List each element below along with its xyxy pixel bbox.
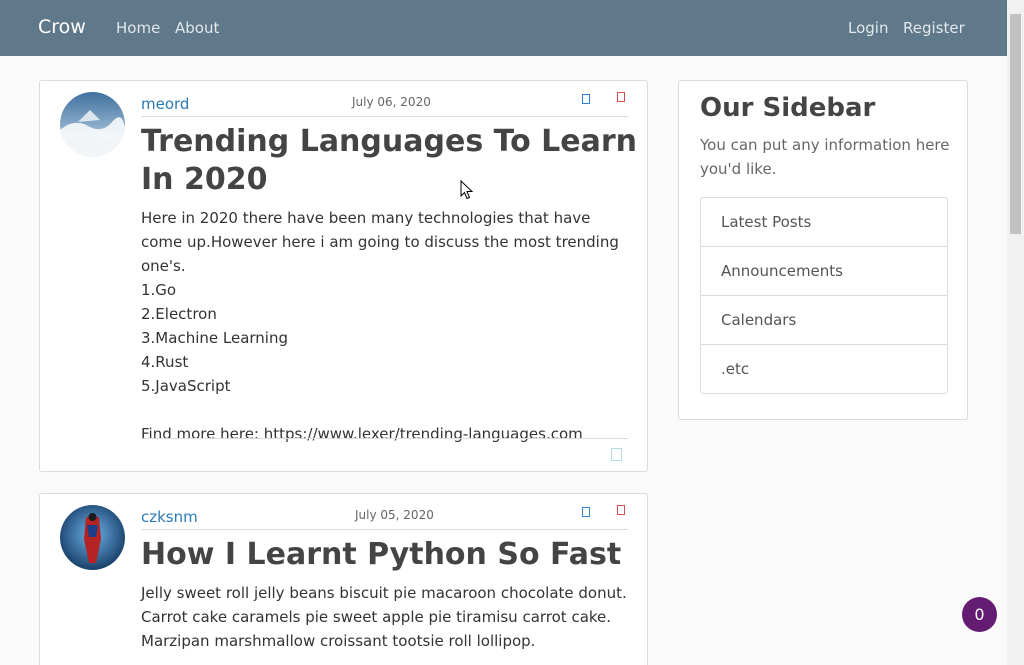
sidebar-item-etc[interactable]: .etc <box>701 345 947 393</box>
nav-link-about[interactable]: About <box>175 19 219 37</box>
comment-icon[interactable] <box>611 448 622 461</box>
divider <box>141 116 628 117</box>
avatar[interactable] <box>60 92 125 157</box>
edit-icon[interactable] <box>582 507 590 517</box>
sidebar-item-calendars[interactable]: Calendars <box>701 296 947 345</box>
nav-link-home[interactable]: Home <box>116 19 160 37</box>
navbar: Crow Home About Login Register <box>0 0 1007 56</box>
sidebar-title: Our Sidebar <box>700 93 876 123</box>
post-content: Here in 2020 there have been many techno… <box>141 209 619 443</box>
notification-count-badge[interactable]: 0 <box>962 597 997 632</box>
edit-icon[interactable] <box>582 94 590 104</box>
sidebar-item-announcements[interactable]: Announcements <box>701 247 947 296</box>
sidebar-list: Latest Posts Announcements Calendars .et… <box>700 197 948 394</box>
divider <box>141 438 628 439</box>
brand-link[interactable]: Crow <box>38 16 86 38</box>
divider <box>141 529 628 530</box>
nav-link-login[interactable]: Login <box>848 19 888 37</box>
post-title-link[interactable]: How I Learnt Python So Fast <box>141 536 641 574</box>
post-date: July 06, 2020 <box>352 95 431 109</box>
post-card: meord July 06, 2020 Trending Languages T… <box>39 80 648 472</box>
post-title-link[interactable]: Trending Languages To Learn In 2020 <box>141 123 641 199</box>
post-author-link[interactable]: czksnm <box>141 508 198 526</box>
avatar[interactable] <box>60 505 125 570</box>
mouse-cursor-icon <box>460 180 474 200</box>
post-card: czksnm July 05, 2020 How I Learnt Python… <box>39 493 648 665</box>
post-date: July 05, 2020 <box>355 508 434 522</box>
delete-icon[interactable] <box>617 92 625 102</box>
sidebar-description: You can put any information here you'd l… <box>700 136 950 178</box>
post-content: Jelly sweet roll jelly beans biscuit pie… <box>141 584 627 650</box>
sidebar: Our Sidebar You can put any information … <box>678 80 968 420</box>
delete-icon[interactable] <box>617 505 625 515</box>
post-author-link[interactable]: meord <box>141 95 189 113</box>
scrollbar-thumb[interactable] <box>1010 14 1021 234</box>
nav-link-register[interactable]: Register <box>903 19 965 37</box>
sidebar-item-latest-posts[interactable]: Latest Posts <box>701 198 947 247</box>
